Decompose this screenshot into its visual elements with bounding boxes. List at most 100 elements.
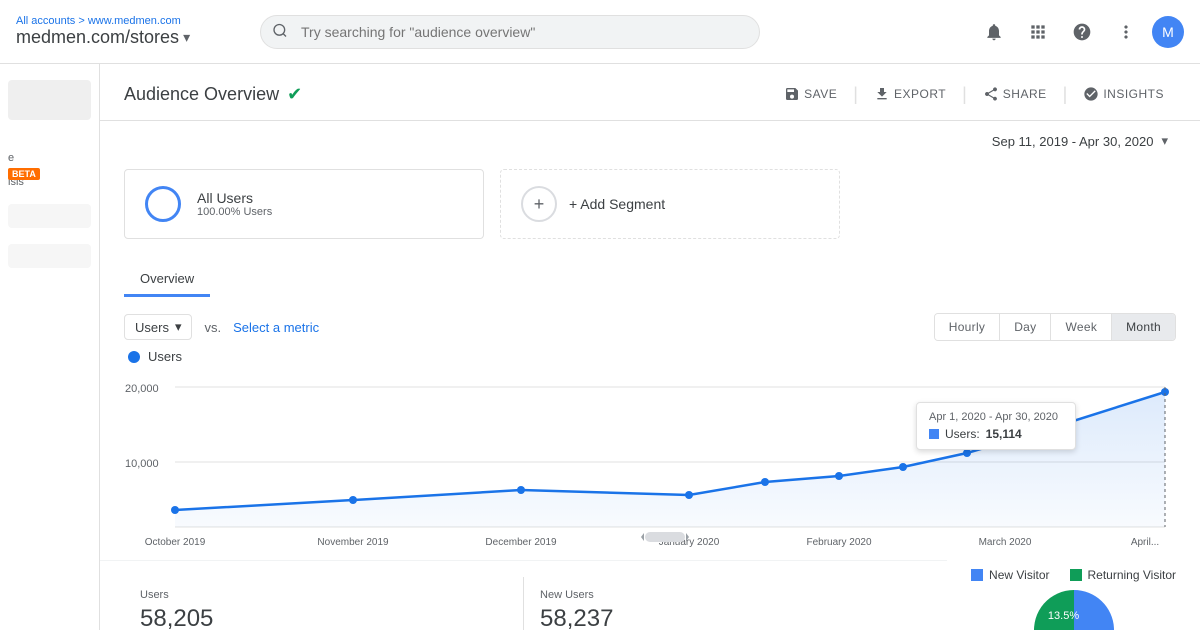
svg-text:February 2020: February 2020 bbox=[806, 537, 871, 548]
new-users-metric-card: New Users 58,237 bbox=[524, 577, 923, 630]
tabs-section: Overview bbox=[100, 263, 1200, 297]
data-point-1 bbox=[349, 496, 357, 504]
sidebar-block-3 bbox=[8, 244, 91, 268]
notifications-button[interactable] bbox=[976, 14, 1012, 50]
day-button[interactable]: Day bbox=[1000, 314, 1051, 340]
chart-controls: Users ▾ vs. Select a metric Hourly Day W… bbox=[100, 297, 1200, 349]
add-segment-circle: + bbox=[521, 186, 557, 222]
date-range-label: Sep 11, 2019 - Apr 30, 2020 bbox=[992, 134, 1154, 149]
metric-label: Users bbox=[135, 320, 169, 335]
svg-text:20,000: 20,000 bbox=[125, 383, 159, 395]
data-point-2 bbox=[517, 486, 525, 494]
insights-label: INSIGHTS bbox=[1103, 87, 1164, 101]
divider-3: | bbox=[1063, 84, 1068, 105]
svg-text:10,000: 10,000 bbox=[125, 458, 159, 470]
users-metric-value: 58,205 bbox=[140, 605, 507, 630]
new-visitor-box bbox=[971, 569, 983, 581]
all-users-name: All Users bbox=[197, 190, 272, 206]
header-actions: SAVE | EXPORT | SHARE | INSIGHTS bbox=[772, 80, 1176, 108]
export-button[interactable]: EXPORT bbox=[862, 80, 958, 108]
verified-icon: ✔ bbox=[287, 84, 302, 105]
time-buttons: Hourly Day Week Month bbox=[934, 313, 1176, 341]
chart-legend: Users bbox=[124, 349, 1176, 364]
data-point-6 bbox=[899, 463, 907, 471]
scroll-handle[interactable] bbox=[645, 532, 685, 542]
chart-area-fill bbox=[175, 392, 1165, 527]
main-layout: BETA e isis Audience Overview ✔ SAVE | E bbox=[0, 64, 1200, 630]
insights-button[interactable]: INSIGHTS bbox=[1071, 80, 1176, 108]
date-range-button[interactable]: Sep 11, 2019 - Apr 30, 2020 ▾ bbox=[984, 129, 1176, 153]
search-icon bbox=[272, 22, 288, 41]
segments-section: All Users 100.00% Users + + Add Segment bbox=[100, 153, 1200, 255]
beta-badge: BETA bbox=[8, 168, 40, 180]
svg-text:April...: April... bbox=[1131, 537, 1159, 548]
data-point-0 bbox=[171, 506, 179, 514]
search-input[interactable] bbox=[260, 15, 760, 49]
data-point-5 bbox=[835, 472, 843, 480]
save-button[interactable]: SAVE bbox=[772, 80, 849, 108]
svg-text:March 2020: March 2020 bbox=[979, 537, 1032, 548]
nav-icons: M bbox=[976, 14, 1184, 50]
divider-2: | bbox=[962, 84, 967, 105]
svg-text:October 2019: October 2019 bbox=[145, 537, 206, 548]
date-range-arrow-icon: ▾ bbox=[1161, 133, 1168, 149]
site-dropdown-arrow[interactable]: ▾ bbox=[183, 29, 190, 46]
breadcrumb: All accounts > www.medmen.com bbox=[16, 15, 236, 27]
scroll-left-arrow[interactable] bbox=[641, 533, 644, 541]
users-metric-card: Users 58,205 bbox=[124, 577, 524, 630]
new-users-metric-value: 58,237 bbox=[540, 605, 907, 630]
data-point-3 bbox=[685, 491, 693, 499]
pie-section: New Visitor Returning Visitor 13 bbox=[947, 560, 1200, 630]
content-area: Audience Overview ✔ SAVE | EXPORT | SHAR… bbox=[100, 64, 1200, 630]
export-label: EXPORT bbox=[894, 87, 946, 101]
all-users-pct: 100.00% Users bbox=[197, 206, 272, 218]
share-button[interactable]: SHARE bbox=[971, 80, 1059, 108]
sidebar-item-e[interactable]: e bbox=[8, 152, 91, 164]
hourly-button[interactable]: Hourly bbox=[935, 314, 1000, 340]
all-users-segment[interactable]: All Users 100.00% Users bbox=[124, 169, 484, 239]
pie-label: 13.5% bbox=[1048, 610, 1079, 622]
add-segment-label: + Add Segment bbox=[569, 196, 665, 212]
grid-button[interactable] bbox=[1020, 14, 1056, 50]
nav-left: All accounts > www.medmen.com medmen.com… bbox=[16, 15, 236, 48]
all-users-info: All Users 100.00% Users bbox=[197, 190, 272, 218]
save-label: SAVE bbox=[804, 87, 837, 101]
metric-dropdown-icon: ▾ bbox=[175, 319, 182, 335]
breadcrumb-link[interactable]: All accounts > www.medmen.com bbox=[16, 15, 181, 27]
search-wrapper bbox=[260, 15, 760, 49]
vs-text: vs. bbox=[204, 320, 221, 335]
help-button[interactable] bbox=[1064, 14, 1100, 50]
data-point-4 bbox=[761, 478, 769, 486]
share-label: SHARE bbox=[1003, 87, 1047, 101]
data-point-8 bbox=[1025, 431, 1033, 439]
month-button[interactable]: Month bbox=[1112, 314, 1175, 340]
sidebar-block-2 bbox=[8, 204, 91, 228]
search-bar bbox=[260, 15, 952, 49]
chart-area: Users 20,000 10,000 bbox=[100, 349, 1200, 552]
users-legend-dot bbox=[128, 351, 140, 363]
all-users-circle bbox=[145, 186, 181, 222]
sidebar: BETA e isis bbox=[0, 64, 100, 630]
week-button[interactable]: Week bbox=[1051, 314, 1112, 340]
users-metric-title: Users bbox=[140, 589, 507, 601]
select-metric[interactable]: Select a metric bbox=[233, 320, 319, 335]
date-range-section: Sep 11, 2019 - Apr 30, 2020 ▾ bbox=[100, 121, 1200, 153]
site-title[interactable]: medmen.com/stores ▾ bbox=[16, 27, 236, 48]
divider-1: | bbox=[853, 84, 858, 105]
users-legend-label: Users bbox=[148, 349, 182, 364]
overview-tab[interactable]: Overview bbox=[124, 263, 210, 297]
svg-text:November 2019: November 2019 bbox=[317, 537, 389, 548]
page-title-text: Audience Overview bbox=[124, 84, 279, 105]
chart-svg: 20,000 10,000 bbox=[124, 372, 1176, 552]
metric-selector[interactable]: Users ▾ bbox=[124, 314, 192, 340]
chart-svg-wrap: 20,000 10,000 bbox=[124, 372, 1176, 552]
more-options-button[interactable] bbox=[1108, 14, 1144, 50]
sidebar-block-1 bbox=[8, 80, 91, 120]
avatar[interactable]: M bbox=[1152, 16, 1184, 48]
content-header: Audience Overview ✔ SAVE | EXPORT | SHAR… bbox=[100, 64, 1200, 121]
top-nav: All accounts > www.medmen.com medmen.com… bbox=[0, 0, 1200, 64]
add-segment-card[interactable]: + + Add Segment bbox=[500, 169, 840, 239]
svg-text:December 2019: December 2019 bbox=[485, 537, 557, 548]
site-title-text: medmen.com/stores bbox=[16, 27, 179, 48]
bottom-section: Users 58,205 New Users 58,237 bbox=[100, 552, 1200, 630]
